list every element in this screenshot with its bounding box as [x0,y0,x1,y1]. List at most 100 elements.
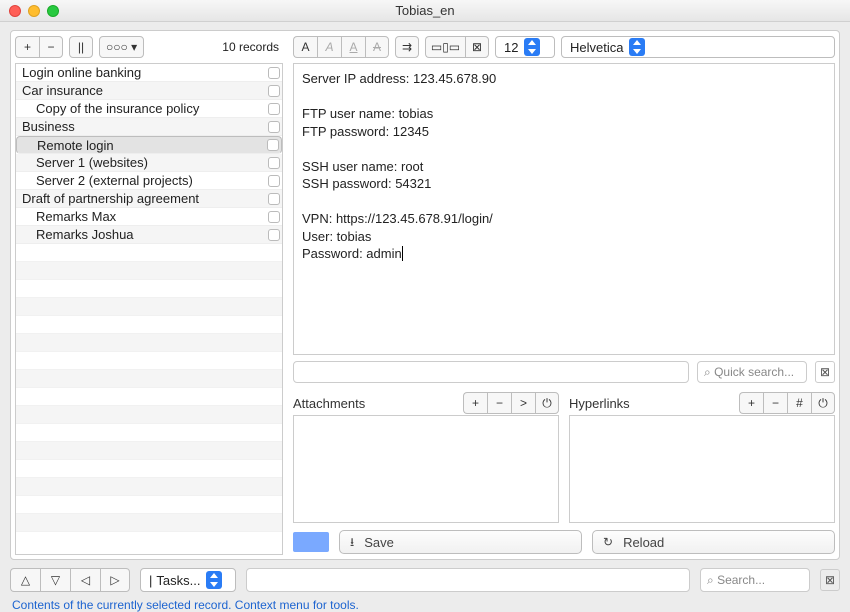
tasks-select[interactable]: | Tasks... [140,568,236,592]
list-item-checkbox[interactable] [268,103,280,115]
quick-search-clear-button[interactable]: ⊠ [815,361,835,383]
nav-right-button[interactable]: ▷ [100,568,130,592]
list-item-empty [16,298,282,316]
layout-clear-button[interactable]: ⊠ [465,36,489,58]
list-item-label: Copy of the insurance policy [22,101,264,116]
attachment-power-button[interactable]: ⏻ [535,392,559,414]
list-item-checkbox[interactable] [268,157,280,169]
list-item[interactable]: Draft of partnership agreement [16,190,282,208]
nav-down-button[interactable]: ▽ [40,568,70,592]
list-item[interactable]: Login online banking [16,64,282,82]
list-item-empty [16,280,282,298]
search-icon: ⌕ [707,574,714,586]
attachment-remove-button[interactable]: − [487,392,511,414]
list-item-empty [16,406,282,424]
hyperlink-add-button[interactable]: + [739,392,763,414]
list-item-checkbox[interactable] [268,175,280,187]
quick-search-input[interactable]: ⌕ Quick search... [697,361,807,383]
color-swatch[interactable] [293,532,329,552]
records-list[interactable]: Login online banking Car insurance Copy of… [15,63,283,555]
list-item-checkbox[interactable] [267,139,279,151]
layout-gallery-button[interactable]: ▭▯▭ [425,36,465,58]
font-style-group: A A A A [293,36,389,58]
font-size-value: 12 [504,40,518,55]
quick-search-placeholder: Quick search... [714,365,794,379]
save-label: Save [364,535,394,550]
list-item-label: Business [22,119,264,134]
record-pause-button[interactable]: || [69,36,93,58]
list-item-label: Car insurance [22,83,264,98]
list-item-empty [16,424,282,442]
reload-button[interactable]: ↻ Reload [592,530,835,554]
list-item-checkbox[interactable] [268,211,280,223]
hyperlink-hash-button[interactable]: # [787,392,811,414]
list-item-checkbox[interactable] [268,193,280,205]
nav-up-button[interactable]: △ [10,568,40,592]
list-item-label: Remote login [23,138,263,153]
footer-search-input[interactable]: ⌕ Search... [700,568,810,592]
list-item[interactable]: Server 2 (external projects) [16,172,282,190]
list-item-empty [16,442,282,460]
save-icon: ⭳ [350,536,354,548]
list-item-empty [16,370,282,388]
save-button[interactable]: ⭳ Save [339,530,582,554]
stepper-icon [206,571,222,589]
hyperlink-power-button[interactable]: ⏻ [811,392,835,414]
record-editor[interactable]: Server IP address: 123.45.678.90 FTP use… [293,63,835,355]
list-item-empty [16,352,282,370]
style-italic-button[interactable]: A [317,36,341,58]
list-item-empty [16,316,282,334]
list-item-empty [16,388,282,406]
hyperlink-remove-button[interactable]: − [763,392,787,414]
footer-input[interactable] [246,568,690,592]
list-item-checkbox[interactable] [268,229,280,241]
record-more-button[interactable]: ○○○ ▾ [99,36,144,58]
attachment-add-button[interactable]: + [463,392,487,414]
status-hint: Contents of the currently selected recor… [12,598,838,612]
list-item[interactable]: Remarks Joshua [16,226,282,244]
attachments-title: Attachments [293,396,365,411]
list-item-empty [16,262,282,280]
record-remove-button[interactable]: − [39,36,63,58]
list-item-checkbox[interactable] [268,67,280,79]
list-item-label: Remarks Max [22,209,264,224]
record-add-button[interactable]: + [15,36,39,58]
list-item-checkbox[interactable] [268,121,280,133]
list-item-checkbox[interactable] [268,85,280,97]
nav-left-button[interactable]: ◁ [70,568,100,592]
font-size-select[interactable]: 12 [495,36,555,58]
attachment-open-button[interactable]: > [511,392,535,414]
list-item[interactable]: Copy of the insurance policy [16,100,282,118]
style-strike-button[interactable]: A [365,36,389,58]
footer-clear-button[interactable]: ⊠ [820,569,840,591]
style-underline-button[interactable]: A [341,36,365,58]
list-item-empty [16,460,282,478]
list-item[interactable]: Server 1 (websites) [16,154,282,172]
attachments-list[interactable] [293,415,559,523]
font-family-value: Helvetica [570,40,623,55]
search-icon: ⌕ [704,366,711,378]
stepper-icon [629,38,645,56]
list-item-label: Login online banking [22,65,264,80]
font-family-select[interactable]: Helvetica [561,36,835,58]
list-item[interactable]: Remote login [16,136,282,154]
reload-icon: ↻ [603,536,613,548]
style-plain-button[interactable]: A [293,36,317,58]
filter-input[interactable] [293,361,689,383]
list-item[interactable]: Business [16,118,282,136]
list-item-label: Remarks Joshua [22,227,264,242]
list-item[interactable]: Remarks Max [16,208,282,226]
hyperlinks-list[interactable] [569,415,835,523]
list-item-empty [16,496,282,514]
list-item-empty [16,478,282,496]
list-item-empty [16,334,282,352]
reload-label: Reload [623,535,664,550]
tasks-label: Tasks... [156,573,200,588]
list-item-label: Server 1 (websites) [22,155,264,170]
records-count-label: 10 records [222,40,283,54]
window-title: Tobias_en [0,3,850,18]
stepper-icon [524,38,540,56]
ruler-button[interactable]: ⇉ [395,36,419,58]
list-item[interactable]: Car insurance [16,82,282,100]
hyperlinks-title: Hyperlinks [569,396,630,411]
